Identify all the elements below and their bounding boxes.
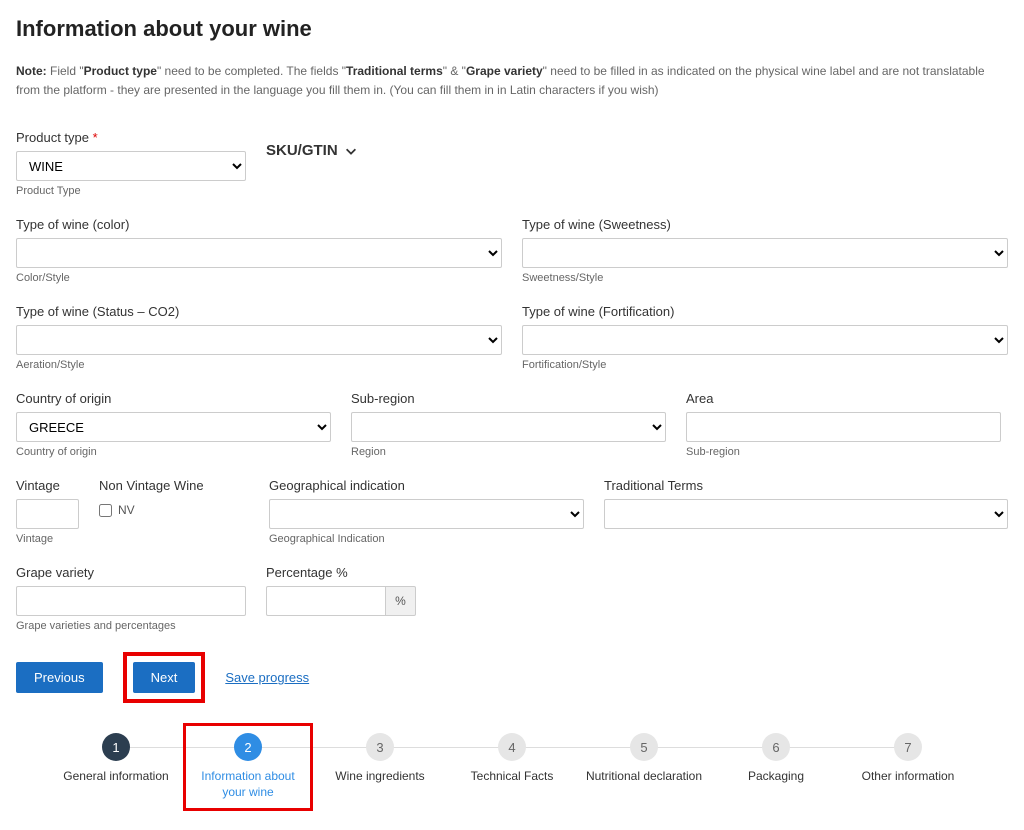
page-title: Information about your wine (16, 16, 1008, 42)
grape-variety-field: Grape variety Grape varieties and percen… (16, 565, 246, 632)
wine-sweetness-field: Type of wine (Sweetness) Sweetness/Style (522, 217, 1008, 284)
step-wine-ingredients[interactable]: 3 Wine ingredients (320, 733, 440, 785)
percentage-input[interactable] (266, 586, 386, 616)
next-button[interactable]: Next (133, 662, 196, 693)
sku-gtin-toggle[interactable]: SKU/GTIN (266, 142, 358, 159)
step-information-about-your-wine[interactable]: 2 Information about your wine (188, 733, 308, 800)
grape-variety-input[interactable] (16, 586, 246, 616)
wine-status-field: Type of wine (Status – CO2) Aeration/Sty… (16, 304, 502, 371)
country-select[interactable]: GREECE (16, 412, 331, 442)
traditional-terms-select[interactable] (604, 499, 1008, 529)
previous-button[interactable]: Previous (16, 662, 103, 693)
traditional-terms-field: Traditional Terms (604, 478, 1008, 529)
nv-checkbox[interactable] (99, 504, 112, 517)
wine-fortification-field: Type of wine (Fortification) Fortificati… (522, 304, 1008, 371)
gi-select[interactable] (269, 499, 584, 529)
step-general-information[interactable]: 1 General information (56, 733, 176, 785)
wine-color-field: Type of wine (color) Color/Style (16, 217, 502, 284)
chevron-down-icon (344, 144, 358, 158)
nv-checkbox-label[interactable]: NV (99, 503, 249, 517)
country-field: Country of origin GREECE Country of orig… (16, 391, 331, 458)
save-progress-link[interactable]: Save progress (225, 670, 309, 685)
percent-addon: % (386, 586, 416, 616)
step-packaging[interactable]: 6 Packaging (716, 733, 836, 785)
nv-field: Non Vintage Wine NV (99, 478, 249, 517)
wine-color-select[interactable] (16, 238, 502, 268)
percentage-field: Percentage % % (266, 565, 416, 616)
product-type-select[interactable]: WINE (16, 151, 246, 181)
subregion-field: Sub-region Region (351, 391, 666, 458)
wine-sweetness-select[interactable] (522, 238, 1008, 268)
step-other-information[interactable]: 7 Other information (848, 733, 968, 785)
product-type-field: Product type * WINE Product Type (16, 130, 246, 197)
vintage-input[interactable] (16, 499, 79, 529)
step-technical-facts[interactable]: 4 Technical Facts (452, 733, 572, 785)
wine-fortification-select[interactable] (522, 325, 1008, 355)
step-nutritional-declaration[interactable]: 5 Nutritional declaration (584, 733, 704, 785)
next-button-highlight: Next (123, 652, 206, 703)
area-input[interactable] (686, 412, 1001, 442)
wine-status-select[interactable] (16, 325, 502, 355)
subregion-select[interactable] (351, 412, 666, 442)
info-note: Note: Field "Product type" need to be co… (16, 62, 1008, 100)
gi-field: Geographical indication Geographical Ind… (269, 478, 584, 545)
vintage-field: Vintage Vintage (16, 478, 79, 545)
wizard-stepper: 1 General information 2 Information abou… (16, 733, 1008, 800)
area-field: Area Sub-region (686, 391, 1001, 458)
